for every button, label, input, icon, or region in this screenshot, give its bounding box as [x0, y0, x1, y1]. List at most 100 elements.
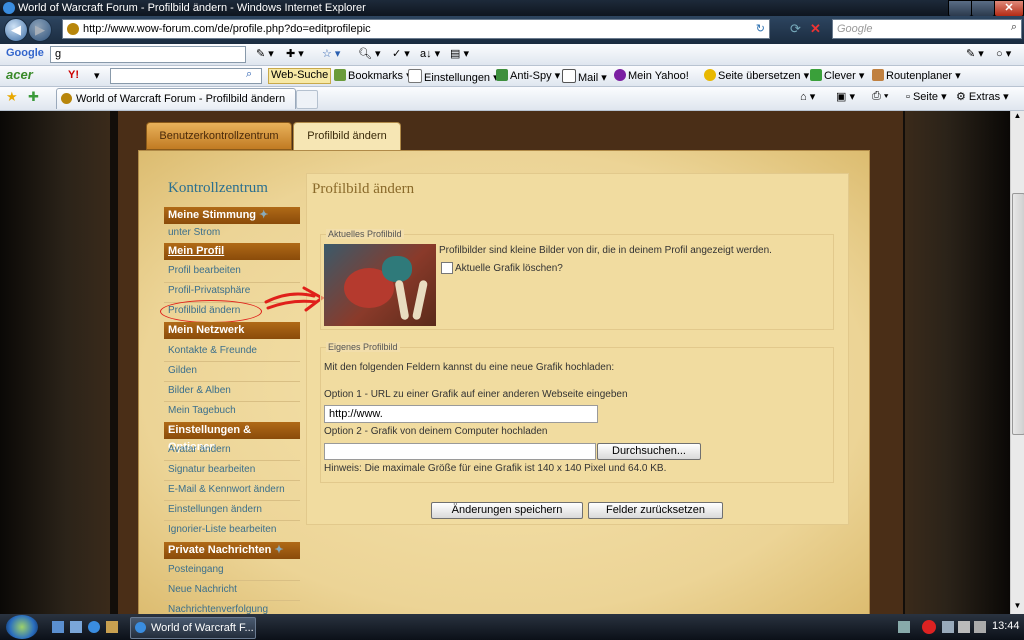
tab-favicon-icon: [61, 93, 72, 104]
tray-volume-icon[interactable]: [958, 621, 970, 633]
clock[interactable]: 13:44: [992, 620, 1020, 632]
info-icon: ✦: [274, 544, 284, 556]
taskbar-task-ie[interactable]: World of Warcraft F...: [130, 617, 256, 639]
tray-monitor-icon[interactable]: [942, 621, 954, 633]
scroll-thumb[interactable]: [1012, 193, 1024, 435]
sidebar-link-unter-strom[interactable]: unter Strom: [168, 226, 300, 240]
reset-button[interactable]: Felder zurücksetzen: [588, 502, 723, 519]
sidebar-link-email[interactable]: E-Mail & Kennwort ändern: [168, 483, 300, 497]
yahoo-dropdown-icon[interactable]: ▾: [94, 69, 100, 82]
add-icon[interactable]: ✚ ▾: [286, 47, 304, 60]
profile-picture: [324, 244, 436, 326]
google-search-input[interactable]: g: [50, 46, 246, 63]
page-menu[interactable]: ▫ Seite ▾: [906, 90, 947, 103]
section-mein-profil[interactable]: Mein Profil: [164, 243, 300, 260]
toolbar-item-bookmarks[interactable]: Bookmarks ▾: [334, 69, 412, 82]
forward-button[interactable]: ▶: [28, 18, 52, 42]
tray-network-icon[interactable]: [898, 621, 910, 633]
wrench-icon[interactable]: ✎ ▾: [966, 47, 984, 60]
toolbar-item-mein-yahoo[interactable]: Mein Yahoo!: [614, 69, 689, 82]
sidebar-link-bilder[interactable]: Bilder & Alben: [168, 384, 300, 398]
switch-windows-icon[interactable]: [70, 621, 82, 633]
extras-menu[interactable]: ⚙ Extras ▾: [956, 90, 1009, 103]
bookmark-star-icon[interactable]: ✎ ▾: [256, 47, 274, 60]
scroll-down-icon[interactable]: ▼: [1012, 601, 1023, 613]
left-decoration: [0, 111, 110, 614]
file-input[interactable]: [324, 443, 596, 460]
settings-circle-icon[interactable]: ○ ▾: [996, 47, 1011, 60]
toolbar-item-routenplaner[interactable]: Routenplaner ▾: [872, 69, 961, 82]
tab-benutzerkontrollzentrum[interactable]: Benutzerkontrollzentrum: [146, 122, 292, 150]
search-input[interactable]: Google ⌕: [832, 19, 1022, 39]
autofill-icon[interactable]: ▤ ▾: [450, 47, 469, 60]
acer-toolbar: acer Y! ▾ ⌕ Web-Suche Bookmarks ▾ Einste…: [0, 66, 1024, 87]
sidebar-link-posteingang[interactable]: Posteingang: [168, 563, 300, 577]
feeds-icon[interactable]: ▣ ▾: [836, 90, 855, 103]
sidebar-link-gilden[interactable]: Gilden: [168, 364, 300, 378]
current-picture-legend: Aktuelles Profilbild: [326, 229, 404, 239]
section-meine-stimmung: Meine Stimmung ✦: [164, 207, 300, 224]
show-desktop-icon[interactable]: [52, 621, 64, 633]
toolbar-item-translate[interactable]: Seite übersetzen ▾: [704, 69, 809, 82]
site-icon: [67, 23, 79, 35]
search-icon[interactable]: ⌕: [1011, 21, 1017, 34]
add-favorites-icon[interactable]: ✚: [28, 89, 39, 105]
translate-label: Seite übersetzen: [718, 70, 801, 82]
vertical-scrollbar[interactable]: ▲ ▼: [1010, 111, 1024, 614]
yahoo-search-input[interactable]: [110, 68, 262, 84]
stop-icon[interactable]: ✕: [810, 21, 826, 37]
window-title: World of Warcraft Forum - Profilbild änd…: [18, 2, 366, 14]
delete-checkbox[interactable]: [441, 262, 453, 274]
tray-antivirus-icon[interactable]: [922, 620, 936, 634]
abc-icon[interactable]: ✓ ▾: [392, 47, 410, 60]
sidebar-link-ignorier[interactable]: Ignorier-Liste bearbeiten: [168, 523, 300, 537]
spellcheck-icon[interactable]: 🔍︎ ▾: [358, 47, 381, 60]
task-label: World of Warcraft F...: [151, 622, 254, 634]
refresh-icon[interactable]: ↻: [756, 22, 765, 35]
sidebar-link-einstellungen-aendern[interactable]: Einstellungen ändern: [168, 503, 300, 517]
ie-quicklaunch-icon[interactable]: [88, 621, 100, 633]
folder-icon[interactable]: [106, 621, 118, 633]
sidebar-link-avatar[interactable]: Avatar ändern: [168, 443, 300, 457]
save-button[interactable]: Änderungen speichern: [431, 502, 583, 519]
toolbar-item-einstellungen[interactable]: Einstellungen ▾: [408, 69, 499, 84]
close-button[interactable]: ✕: [994, 0, 1024, 17]
browse-button[interactable]: Durchsuchen...: [597, 443, 701, 460]
sidebar-link-kontakte[interactable]: Kontakte & Freunde: [168, 344, 300, 358]
refresh-icon[interactable]: ⟳: [790, 21, 806, 37]
tab-bar: ★ ✚ World of Warcraft Forum - Profilbild…: [0, 87, 1024, 111]
star-icon[interactable]: ☆ ▾: [322, 47, 340, 60]
back-button[interactable]: ◀: [4, 18, 28, 42]
toolbar-item-clever[interactable]: Clever ▾: [810, 69, 864, 82]
sidebar-link-profil-bearbeiten[interactable]: Profil bearbeiten: [168, 264, 300, 278]
address-bar[interactable]: http://www.wow-forum.com/de/profile.php?…: [62, 19, 770, 39]
google-toolbar: Google g ✎ ▾ ✚ ▾ ☆ ▾ 🔍︎ ▾ ✓ ▾ a↓ ▾ ▤ ▾ ✎…: [0, 44, 1024, 66]
url-input-value: http://www.: [329, 408, 383, 420]
divider: [164, 401, 300, 402]
divider: [164, 600, 300, 601]
google-logo: Google: [6, 47, 44, 59]
web-search-button[interactable]: Web-Suche: [268, 68, 332, 84]
sidebar-link-tagebuch[interactable]: Mein Tagebuch: [168, 404, 300, 418]
start-button[interactable]: [6, 615, 38, 639]
favorites-star-icon[interactable]: ★: [6, 89, 18, 105]
option1-label: Option 1 - URL zu einer Grafik auf einer…: [324, 389, 628, 400]
translate-icon[interactable]: a↓ ▾: [420, 47, 440, 60]
maximize-button[interactable]: [971, 0, 995, 17]
route-icon: [872, 69, 884, 81]
routenplaner-label: Routenplaner: [886, 70, 953, 82]
scroll-up-icon[interactable]: ▲: [1012, 111, 1023, 123]
tray-display-icon[interactable]: [974, 621, 986, 633]
new-tab-button[interactable]: [296, 90, 318, 109]
toolbar-item-mail[interactable]: Mail ▾: [562, 69, 607, 84]
sidebar-link-signatur[interactable]: Signatur bearbeiten: [168, 463, 300, 477]
print-icon[interactable]: ⎙ ▾: [872, 90, 888, 103]
url-input[interactable]: http://www.: [324, 405, 598, 423]
toolbar-item-antispy[interactable]: Anti-Spy ▾: [496, 69, 560, 82]
search-icon[interactable]: ⌕: [246, 68, 252, 81]
window-title-bar: World of Warcraft Forum - Profilbild änd…: [0, 0, 1024, 17]
sidebar-link-neue-nachricht[interactable]: Neue Nachricht: [168, 583, 300, 597]
home-icon[interactable]: ⌂ ▾: [800, 90, 815, 103]
minimize-button[interactable]: [948, 0, 972, 17]
browser-tab-active[interactable]: World of Warcraft Forum - Profilbild änd…: [56, 88, 296, 109]
